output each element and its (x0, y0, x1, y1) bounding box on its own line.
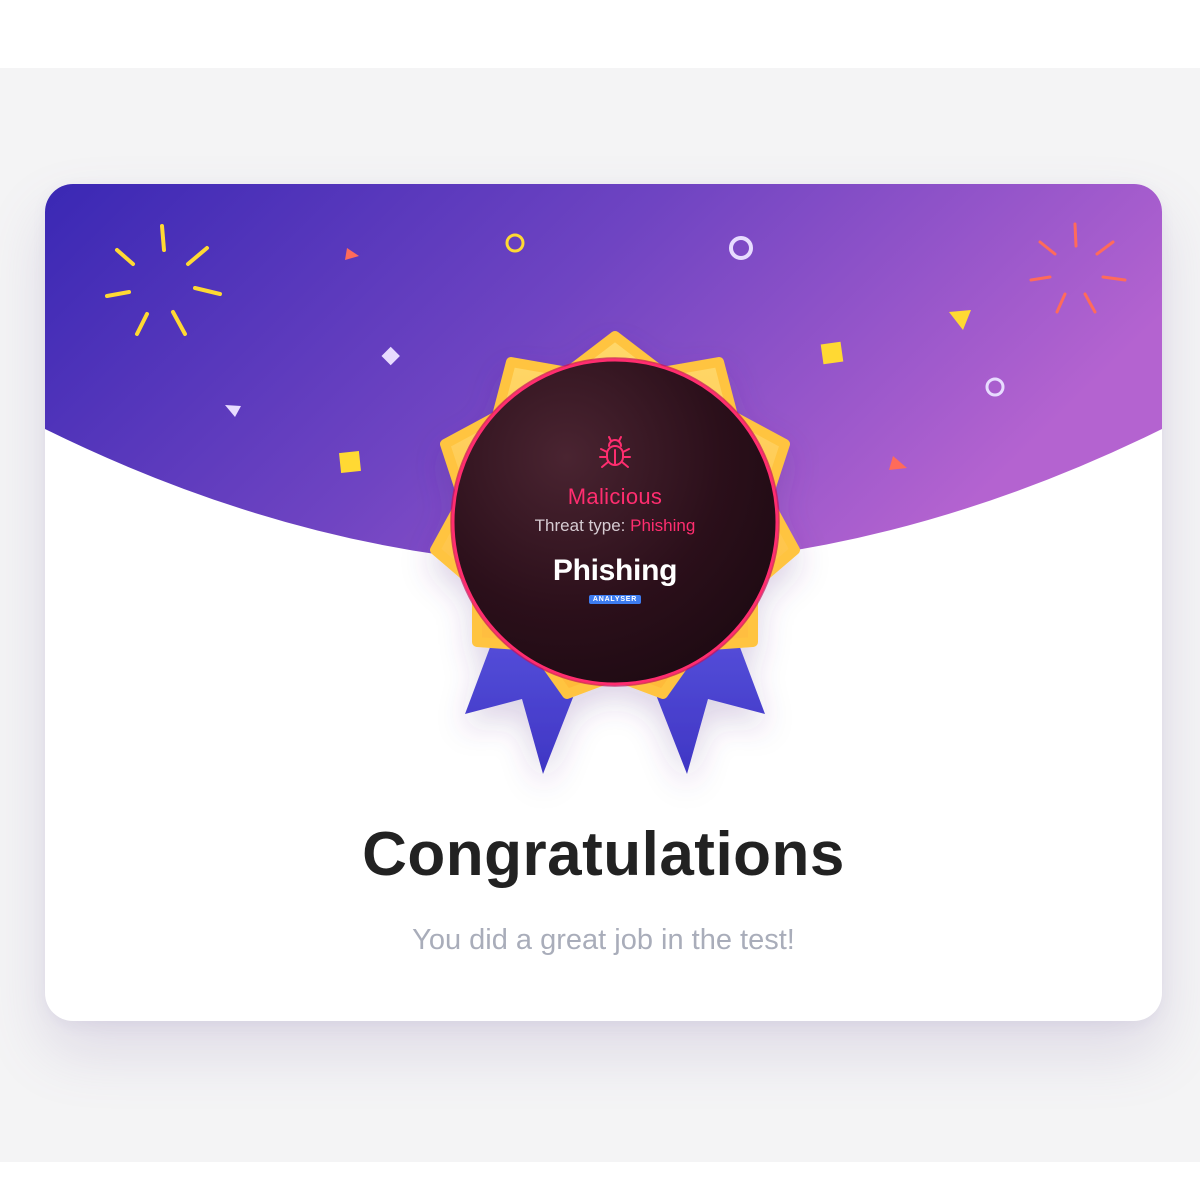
badge-content: Malicious Threat type: Phishing Phishing… (495, 434, 735, 606)
congratulations-title: Congratulations (362, 820, 845, 889)
confetti-square-yellow (820, 341, 844, 365)
confetti-square-yellow-2 (339, 451, 361, 473)
congratulations-subtitle: You did a great job in the test! (412, 924, 795, 956)
bug-icon (599, 436, 631, 468)
threat-type-label: Threat type: (534, 516, 626, 535)
congratulations-card: Malicious Threat type: Phishing Phishing… (45, 184, 1162, 1021)
threat-type-line: Threat type: Phishing (495, 516, 735, 536)
award-badge: Malicious Threat type: Phishing Phishing… (415, 324, 815, 784)
product-tag: ANALYSER (588, 595, 642, 604)
verdict-label: Malicious (567, 484, 663, 509)
threat-type-value: Phishing (630, 516, 696, 535)
product-name: Phishing (552, 554, 678, 587)
